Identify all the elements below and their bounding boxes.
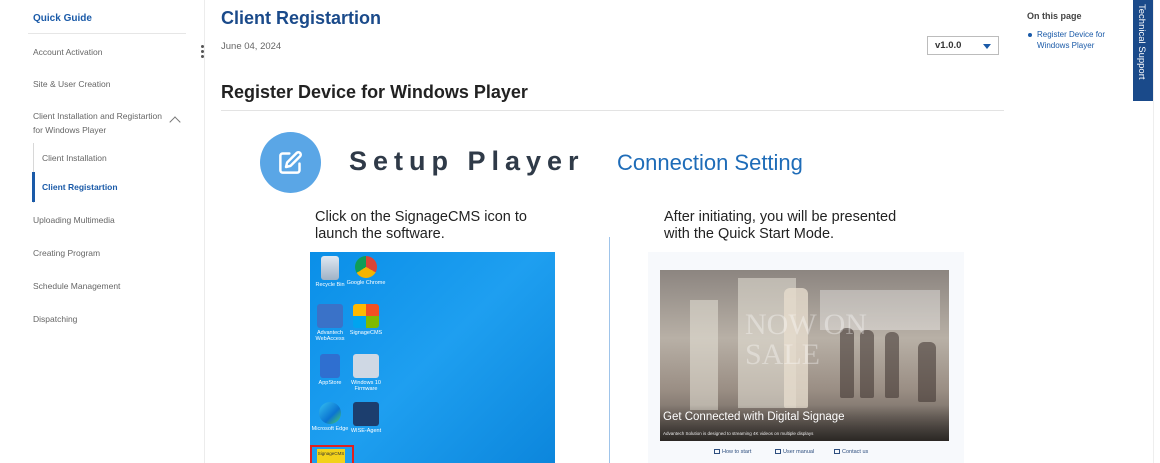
section-divider <box>221 110 1004 111</box>
publish-date: June 04, 2024 <box>221 41 282 52</box>
version-select-value: v1.0.0 <box>935 40 962 51</box>
mail-icon <box>834 449 840 455</box>
desktop-icon-label: Advantech WebAccess <box>315 330 345 342</box>
sidebar-item-client-installation-registartion[interactable]: Client Installation and Registartion for… <box>33 109 168 137</box>
quickstart-link-how-to-start: How to start <box>714 449 751 455</box>
quickstart-tagline: Get Connected with Digital Signage <box>663 411 845 423</box>
active-indicator <box>32 172 35 202</box>
windows-logo-icon <box>353 304 379 328</box>
webaccess-icon <box>317 304 343 328</box>
page-title: Client Registartion <box>221 8 382 28</box>
technical-support-tab[interactable]: Technical Support <box>1133 0 1153 101</box>
appstore-icon <box>320 354 340 378</box>
desktop-icon-chrome: Google Chrome <box>346 256 386 286</box>
quickstart-subtitle: Advantech Solution is designed to stream… <box>663 431 814 436</box>
document-icon <box>714 449 720 455</box>
desktop-icon-label: Google Chrome <box>346 280 386 286</box>
sidebar-item-schedule-management[interactable]: Schedule Management <box>33 279 120 293</box>
desktop-icon-webaccess: Advantech WebAccess <box>310 304 350 342</box>
photo-sale-text: NOW ON SALE <box>745 308 867 371</box>
right-caption-line-2: with the Quick Start Mode. <box>664 226 835 242</box>
signagecms-icon: SignageCMS <box>317 449 345 463</box>
version-select[interactable]: v1.0.0 <box>927 36 999 55</box>
page: Quick Guide Account Activation Site & Us… <box>0 0 1160 463</box>
chevron-up-icon[interactable] <box>169 116 181 128</box>
sidebar-subitem-client-registartion[interactable]: Client Registartion <box>42 182 118 192</box>
sidebar-item-site-user-creation[interactable]: Site & User Creation <box>33 77 110 91</box>
gear-icon <box>353 354 379 378</box>
caret-down-icon <box>983 44 991 49</box>
connection-setting-heading: Connection Setting <box>617 150 803 175</box>
desktop-icon-label: WISE-Agent <box>350 428 382 434</box>
toc-bullet <box>1028 33 1032 37</box>
sidebar-item-account-activation[interactable]: Account Activation <box>33 45 102 59</box>
sidebar: Quick Guide Account Activation Site & Us… <box>0 0 205 463</box>
desktop-icon-windows-firmware: Windows 10 Firmware <box>346 354 386 392</box>
toc-heading: On this page <box>1027 11 1082 21</box>
desktop-icon-signagecms-shortcut: SignageCMS <box>346 304 386 336</box>
sidebar-item-dispatching[interactable]: Dispatching <box>33 312 77 326</box>
chrome-icon <box>355 256 377 278</box>
desktop-icon-label: SignageCMS <box>349 330 383 336</box>
desktop-icon-label: Microsoft Edge <box>311 426 349 432</box>
recycle-bin-icon <box>321 256 339 280</box>
quickstart-link-contact-us: Contact us <box>834 449 868 455</box>
sidebar-item-creating-program[interactable]: Creating Program <box>33 246 100 260</box>
column-divider <box>609 237 610 463</box>
sidebar-divider <box>28 33 186 34</box>
book-icon <box>775 449 781 455</box>
sidebar-subitem-client-installation[interactable]: Client Installation <box>42 153 107 163</box>
wise-agent-icon <box>353 402 379 426</box>
edge-icon <box>319 402 341 424</box>
left-caption-line-2: launch the software. <box>315 226 445 242</box>
toc-link-register-device[interactable]: Register Device for Windows Player <box>1037 30 1117 51</box>
setup-player-heading: Setup Player <box>349 146 585 176</box>
link-label: How to start <box>722 449 752 455</box>
desktop-icon-label: Recycle Bin <box>315 282 345 288</box>
desktop-icon-label: Windows 10 Firmware <box>351 380 381 392</box>
sidebar-title[interactable]: Quick Guide <box>33 13 92 24</box>
scrollbar-track[interactable] <box>1153 0 1160 463</box>
link-label: User manual <box>783 449 815 455</box>
edit-icon <box>260 132 321 193</box>
desktop-icon-appstore: AppStore <box>310 354 350 386</box>
desktop-icon-recycle-bin: Recycle Bin <box>310 256 350 288</box>
sidebar-item-uploading-multimedia[interactable]: Uploading Multimedia <box>33 213 115 227</box>
quickstart-link-user-manual: User manual <box>775 449 814 455</box>
desktop-screenshot: Recycle Bin Google Chrome Advantech WebA… <box>310 252 555 463</box>
left-caption-line-1: Click on the SignageCMS icon to <box>315 209 527 225</box>
link-label: Contact us <box>842 449 869 455</box>
desktop-icon-label: AppStore <box>318 380 342 386</box>
desktop-icon-edge: Microsoft Edge <box>310 402 350 432</box>
sidebar-resize-handle-icon[interactable] <box>201 45 205 60</box>
technical-support-label: Technical Support <box>1136 4 1147 80</box>
desktop-icon-wise-agent: WISE-Agent <box>346 402 386 434</box>
right-caption-line-1: After initiating, you will be presented <box>664 209 897 225</box>
section-heading: Register Device for Windows Player <box>221 82 528 102</box>
